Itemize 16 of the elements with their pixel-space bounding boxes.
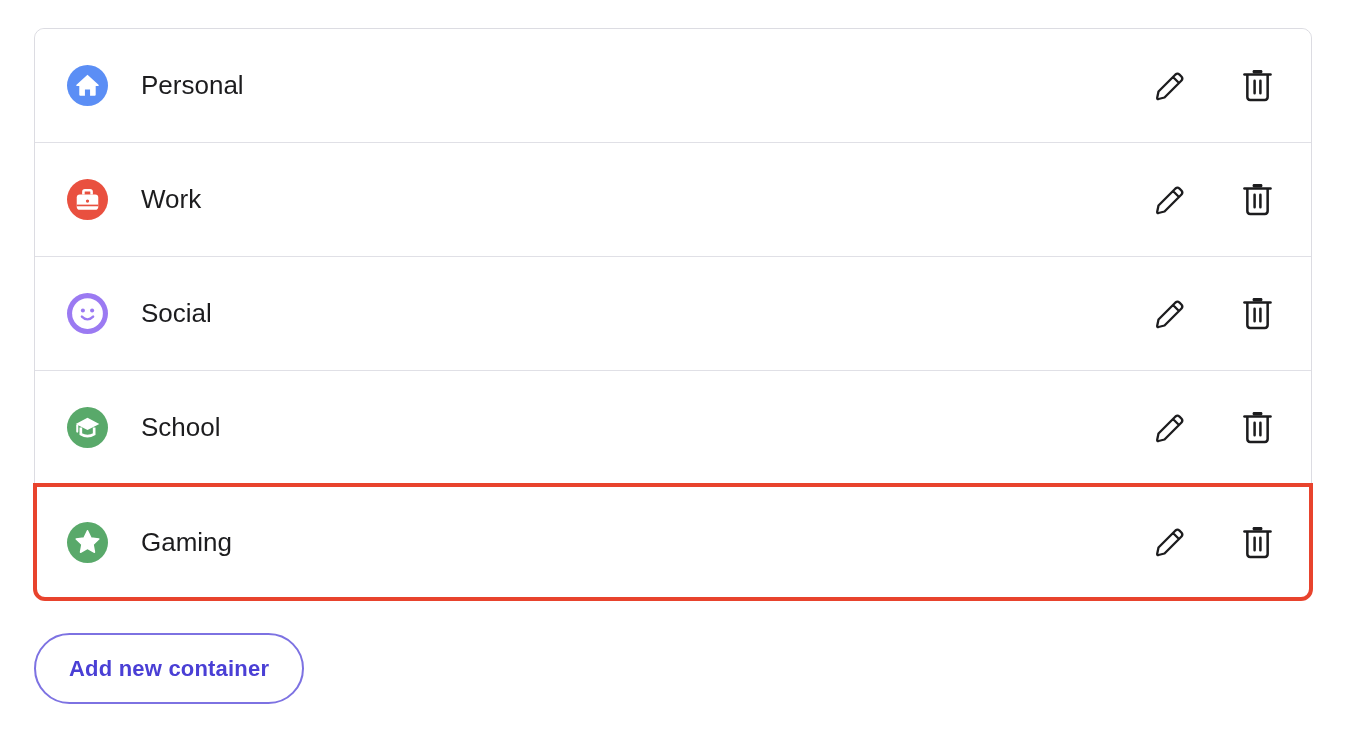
- pencil-icon: [1154, 526, 1186, 558]
- trash-icon: [1242, 297, 1272, 330]
- trash-icon: [1242, 69, 1272, 102]
- pencil-icon: [1154, 297, 1186, 330]
- container-name: Work: [141, 183, 202, 216]
- container-name: School: [141, 411, 221, 444]
- trash-icon: [1242, 525, 1272, 559]
- pencil-icon: [1154, 183, 1186, 216]
- trash-icon: [1242, 183, 1272, 216]
- add-container-button[interactable]: Add new container: [34, 633, 305, 704]
- container-name: Personal: [141, 69, 244, 102]
- container-name: Gaming: [141, 525, 233, 559]
- trash-icon: [1242, 411, 1272, 444]
- pencil-icon: [1154, 69, 1186, 102]
- pencil-icon: [1154, 411, 1186, 444]
- container-name: Social: [141, 297, 212, 330]
